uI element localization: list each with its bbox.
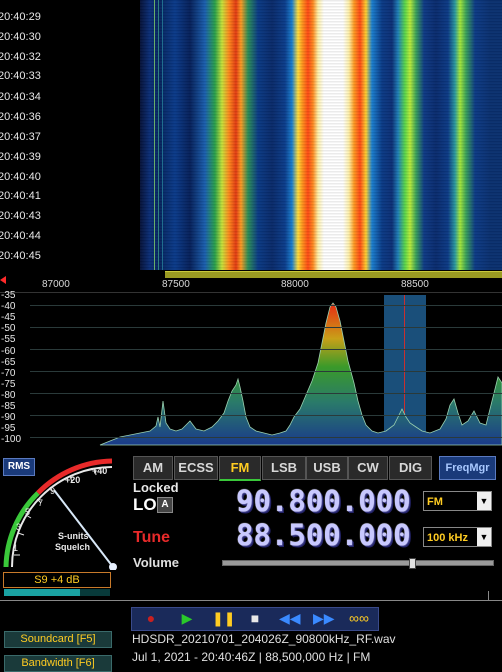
- timestamp: 20:40:40: [0, 171, 41, 183]
- spectrum-grid-line: [30, 349, 502, 350]
- lo-mode-select[interactable]: FM ▼: [423, 491, 492, 511]
- mode-button-cw[interactable]: CW: [348, 456, 388, 480]
- spectrum-grid-line: [30, 305, 502, 306]
- timestamp: 20:40:29: [0, 11, 41, 23]
- mode-button-am[interactable]: AM: [133, 456, 173, 480]
- fast-forward-icon[interactable]: ▶▶: [313, 610, 335, 626]
- timestamp: 20:40:34: [0, 91, 41, 103]
- mode-button-dig[interactable]: DIG: [389, 456, 432, 480]
- s-meter-caption: S-units: [58, 531, 89, 541]
- soundcard-button[interactable]: Soundcard [F5]: [4, 631, 112, 648]
- s-meter-caption: Squelch: [55, 542, 91, 552]
- divider: [0, 600, 502, 601]
- spectrum-fill: [99, 302, 502, 446]
- tune-step-value: 100 kHz: [427, 532, 468, 544]
- timestamp: 20:40:39: [0, 151, 41, 163]
- waterfall-display[interactable]: 20:40:29 20:40:30 20:40:32 20:40:33 20:4…: [0, 0, 502, 270]
- timestamp: 20:40:43: [0, 210, 41, 222]
- spectrum-grid-line: [30, 415, 502, 416]
- spectrum-grid-line: [30, 371, 502, 372]
- stop-icon[interactable]: ■: [246, 610, 264, 626]
- timestamp: 20:40:45: [0, 250, 41, 262]
- frequency-tick: 87000: [42, 279, 70, 290]
- waterfall-timestamps: 20:40:29 20:40:30 20:40:32 20:40:33 20:4…: [0, 0, 138, 270]
- timestamp: 20:40:30: [0, 31, 41, 43]
- bandwidth-button[interactable]: Bandwidth [F6]: [4, 655, 112, 672]
- spectrum-display[interactable]: -35 -40 -45 -50 -55 -60 -65 -70 -75 -80 -85 -90 -95-…: [0, 290, 502, 449]
- waterfall-carrier-line: [162, 0, 163, 270]
- volume-slider-thumb[interactable]: [409, 558, 416, 569]
- timestamp: 20:40:41: [0, 190, 41, 202]
- s-scale-label: 3: [16, 522, 22, 532]
- lo-locked-label: Locked: [133, 480, 179, 495]
- s-scale-label: 7: [38, 498, 44, 508]
- spectrum-grid-line: [30, 437, 502, 438]
- waterfall-carrier-line: [154, 0, 155, 270]
- s-meter-reading: S9 +4 dB: [3, 572, 111, 588]
- s-scale-label: +20: [65, 475, 81, 485]
- mode-button-fm[interactable]: FM: [219, 456, 261, 481]
- spectrum-grid-line: [30, 327, 502, 328]
- recording-filename: HDSDR_20210701_204026Z_90800kHz_RF.wav: [132, 632, 396, 646]
- timestamp: 20:40:32: [0, 51, 41, 63]
- play-icon[interactable]: ▶: [178, 610, 196, 626]
- freqmgr-button[interactable]: FreqMgr: [439, 456, 496, 480]
- s-scale-label: 9: [50, 486, 56, 496]
- tune-step-select[interactable]: 100 kHz ▼: [423, 527, 492, 547]
- s-scale-label: 5: [25, 507, 31, 517]
- rewind-icon[interactable]: ◀◀: [279, 610, 301, 626]
- lo-a-button[interactable]: A: [157, 497, 173, 513]
- frequency-tick: 88000: [281, 279, 309, 290]
- mode-button-lsb[interactable]: LSB: [262, 456, 306, 480]
- s-scale-label: 1: [13, 543, 19, 553]
- s-scale-label: +40: [92, 466, 108, 476]
- tune-frequency-display[interactable]: 88.500.000: [236, 518, 411, 552]
- lo-mode-value: FM: [427, 496, 443, 508]
- waterfall-texture: [140, 0, 502, 270]
- s-meter-gauge: [3, 458, 117, 570]
- lo-label: LO: [133, 495, 157, 514]
- frequency-tick: 88500: [401, 279, 429, 290]
- timestamp: 20:40:44: [0, 230, 41, 242]
- tune-label: Tune: [133, 529, 171, 546]
- scale-left-marker-icon[interactable]: [0, 276, 6, 284]
- s-meter-level-bar: [4, 589, 80, 596]
- chevron-down-icon[interactable]: ▼: [477, 492, 491, 510]
- waterfall-carrier-line: [158, 0, 159, 270]
- pause-icon[interactable]: ❚❚: [212, 610, 235, 626]
- timestamp: 20:40:33: [0, 70, 41, 82]
- timestamp: 20:40:37: [0, 131, 41, 143]
- recording-info: Jul 1, 2021 - 20:40:46Z | 88,500,000 Hz …: [132, 650, 371, 664]
- volume-label: Volume: [133, 555, 179, 570]
- lo-frequency-display[interactable]: 90.800.000: [236, 484, 411, 518]
- volume-slider[interactable]: [222, 560, 494, 566]
- mode-button-ecss[interactable]: ECSS: [174, 456, 218, 480]
- spectrum-grid-line: [30, 393, 502, 394]
- timestamp: 20:40:36: [0, 111, 41, 123]
- frequency-scale[interactable]: 87000 87500 88000 88500: [0, 270, 502, 292]
- divider: [488, 591, 489, 601]
- chevron-down-icon[interactable]: ▼: [477, 528, 491, 546]
- mode-button-usb[interactable]: USB: [306, 456, 348, 480]
- loop-icon[interactable]: ∞∞: [345, 610, 373, 626]
- frequency-tick: 87500: [162, 279, 190, 290]
- visible-band-bar[interactable]: [165, 271, 502, 278]
- record-icon[interactable]: ●: [142, 610, 160, 626]
